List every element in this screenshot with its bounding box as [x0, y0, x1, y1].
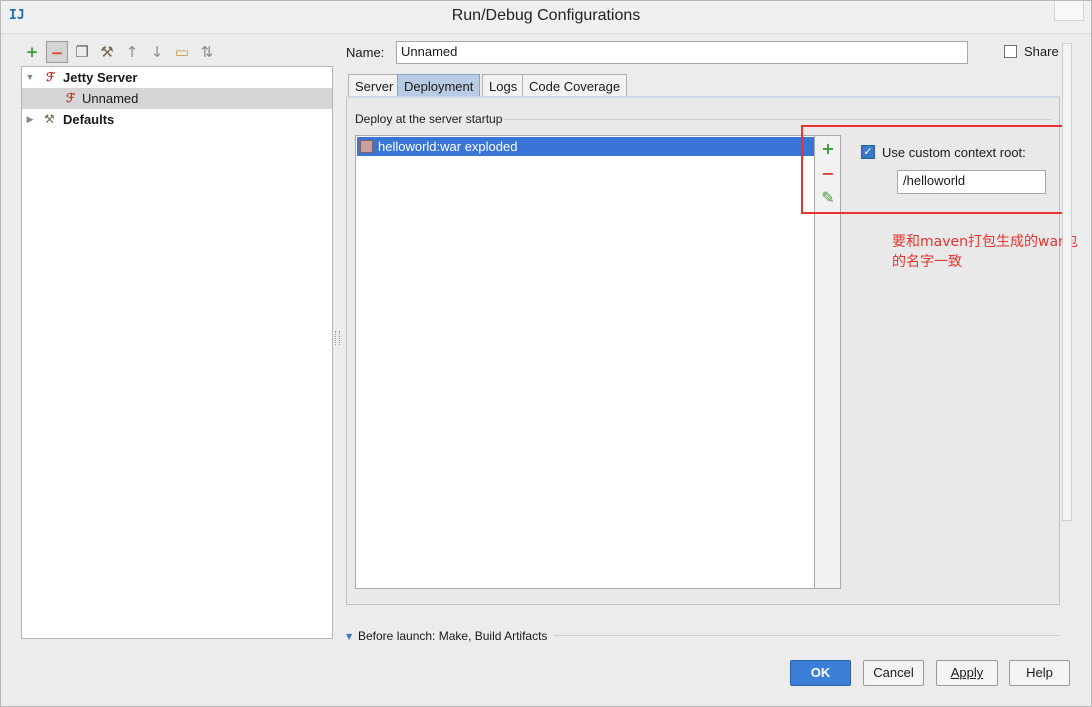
- annotation-note: 要和maven打包生成的war包的名字一致: [892, 234, 1078, 270]
- tree-item-defaults[interactable]: ▶ ⚒ Defaults: [22, 109, 332, 130]
- tab-code-coverage[interactable]: Code Coverage: [522, 74, 628, 97]
- annotation-highlight-box: [801, 125, 1072, 214]
- arrow-up-icon: ↑: [125, 43, 139, 61]
- share-label[interactable]: Share: [1024, 44, 1059, 59]
- artifact-label: helloworld:war exploded: [378, 139, 518, 154]
- window-title: Run/Debug Configurations: [451, 7, 641, 24]
- copy-config-button[interactable]: ❐: [71, 41, 93, 63]
- wrench-icon: ⚒: [44, 112, 55, 126]
- before-launch-label[interactable]: Before launch: Make, Build Artifacts: [358, 629, 547, 643]
- expand-arrow-icon[interactable]: ▼: [25, 67, 35, 88]
- tree-item-unnamed[interactable]: ℱ Unnamed: [22, 88, 332, 109]
- move-up-button[interactable]: ↑: [121, 41, 143, 63]
- add-config-button[interactable]: +: [21, 41, 43, 63]
- plus-icon: +: [25, 43, 39, 61]
- folder-icon: ▭: [174, 43, 190, 61]
- copy-icon: ❐: [75, 43, 89, 61]
- folder-button[interactable]: ▭: [171, 41, 193, 63]
- before-launch-divider: [554, 635, 1060, 636]
- share-checkbox[interactable]: [1004, 45, 1017, 58]
- artifact-list[interactable]: helloworld:war exploded: [355, 135, 815, 589]
- jetty-icon: ℱ: [46, 70, 56, 84]
- ok-button[interactable]: OK: [790, 660, 851, 686]
- tree-item-label: Defaults: [63, 112, 115, 127]
- title-bar: IJ Run/Debug Configurations: [1, 1, 1091, 34]
- move-down-button[interactable]: ↓: [146, 41, 168, 63]
- tab-underline: [346, 96, 1060, 98]
- artifact-item[interactable]: helloworld:war exploded: [357, 137, 814, 156]
- name-input[interactable]: Unnamed: [396, 41, 968, 64]
- edit-defaults-button[interactable]: ⚒: [96, 41, 118, 63]
- sort-icon: ⇅: [200, 43, 214, 61]
- help-button[interactable]: Help: [1009, 660, 1070, 686]
- war-artifact-icon: [360, 140, 373, 153]
- run-debug-dialog: IJ Run/Debug Configurations + − ❐ ⚒ ↑ ↓ …: [0, 0, 1092, 707]
- cancel-button[interactable]: Cancel: [863, 660, 924, 686]
- configuration-tree[interactable]: ▼ ℱ Jetty Server ℱ Unnamed ▶ ⚒ Defaults: [21, 66, 333, 639]
- window-close-button[interactable]: [1054, 1, 1084, 21]
- tree-item-jetty-server[interactable]: ▼ ℱ Jetty Server: [22, 67, 332, 88]
- tab-server[interactable]: Server: [348, 74, 401, 97]
- wrench-icon: ⚒: [100, 43, 114, 61]
- panel-splitter[interactable]: [335, 331, 340, 345]
- section-divider: [503, 119, 1051, 120]
- apply-button[interactable]: Apply: [936, 660, 998, 686]
- before-launch-toggle-icon[interactable]: ▼: [346, 632, 352, 641]
- arrow-down-icon: ↓: [150, 43, 164, 61]
- remove-config-button[interactable]: −: [46, 41, 68, 63]
- tree-item-label: Unnamed: [82, 91, 139, 106]
- name-label: Name:: [346, 45, 385, 60]
- tree-item-label: Jetty Server: [63, 70, 138, 85]
- sort-button[interactable]: ⇅: [196, 41, 218, 63]
- tab-deployment[interactable]: Deployment: [397, 74, 481, 97]
- minus-icon: −: [50, 44, 64, 62]
- jetty-icon: ℱ: [66, 91, 76, 105]
- tab-logs[interactable]: Logs: [482, 74, 525, 97]
- collapse-arrow-icon[interactable]: ▶: [25, 109, 35, 130]
- deploy-section-label: Deploy at the server startup: [355, 112, 503, 126]
- vertical-scrollbar[interactable]: [1062, 43, 1072, 521]
